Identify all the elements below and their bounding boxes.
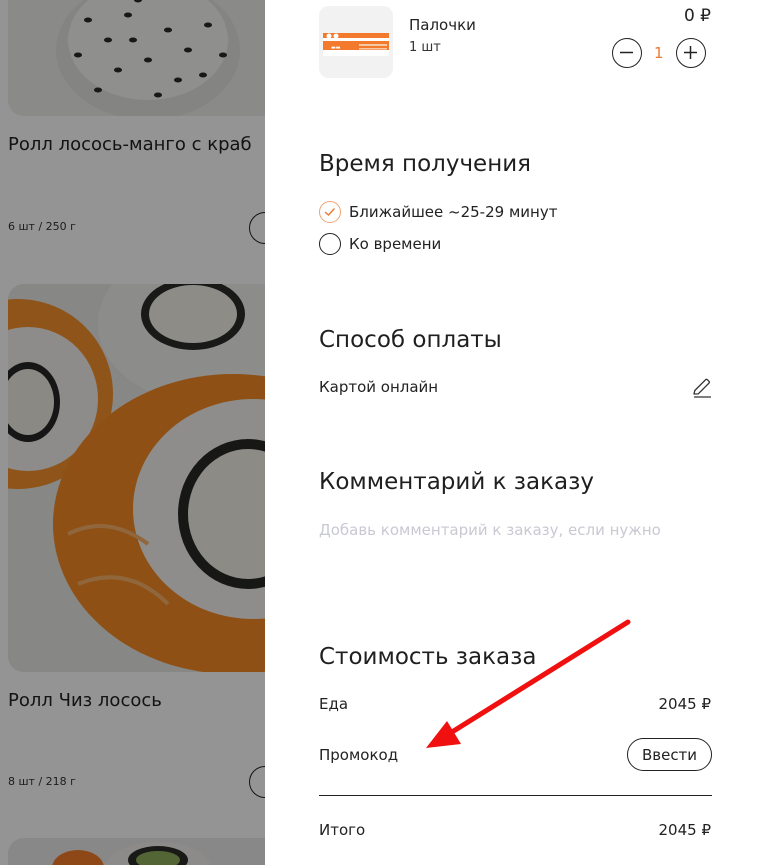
total-label: Итого xyxy=(319,821,366,839)
svg-text:▬▬: ▬▬ xyxy=(331,45,341,51)
food-label: Еда xyxy=(319,695,349,713)
radio-label-scheduled-time[interactable]: Ко времени xyxy=(349,235,441,253)
increase-quantity-button[interactable] xyxy=(676,38,706,68)
chopsticks-icon: ▬▬ xyxy=(319,6,393,78)
modal-backdrop[interactable] xyxy=(0,0,265,865)
total-cost-value: 2045 ₽ xyxy=(658,821,712,839)
promo-code-label: Промокод xyxy=(319,746,399,764)
plus-icon xyxy=(684,46,697,59)
checkmark-icon xyxy=(324,208,336,216)
radio-scheduled-time[interactable] xyxy=(319,233,341,255)
order-comment-input[interactable] xyxy=(319,518,719,542)
order-comment-title: Комментарий к заказу xyxy=(319,469,594,495)
cart-item-price: 0 ₽ xyxy=(683,6,711,26)
pencil-icon[interactable] xyxy=(690,376,714,400)
enter-promo-code-button[interactable]: Ввести xyxy=(627,738,712,771)
order-cost-title: Стоимость заказа xyxy=(319,644,537,670)
pickup-time-title: Время получения xyxy=(319,151,532,177)
food-cost-value: 2045 ₽ xyxy=(658,695,712,713)
cart-item-quantity: 1 xyxy=(654,44,664,62)
divider xyxy=(319,795,712,796)
decrease-quantity-button[interactable] xyxy=(612,38,642,68)
payment-method-value: Картой онлайн xyxy=(319,378,439,396)
cart-item-quantity-label: 1 шт xyxy=(409,40,441,55)
radio-nearest-time[interactable] xyxy=(319,201,341,223)
minus-icon xyxy=(620,51,633,54)
cart-item-name: Палочки xyxy=(409,16,476,34)
cart-panel: ▬▬ Палочки 1 шт 0 ₽ 1 Время получения Бл… xyxy=(265,0,761,865)
payment-method-title: Способ оплаты xyxy=(319,327,502,353)
radio-label-nearest-time[interactable]: Ближайшее ~25-29 минут xyxy=(349,203,557,221)
